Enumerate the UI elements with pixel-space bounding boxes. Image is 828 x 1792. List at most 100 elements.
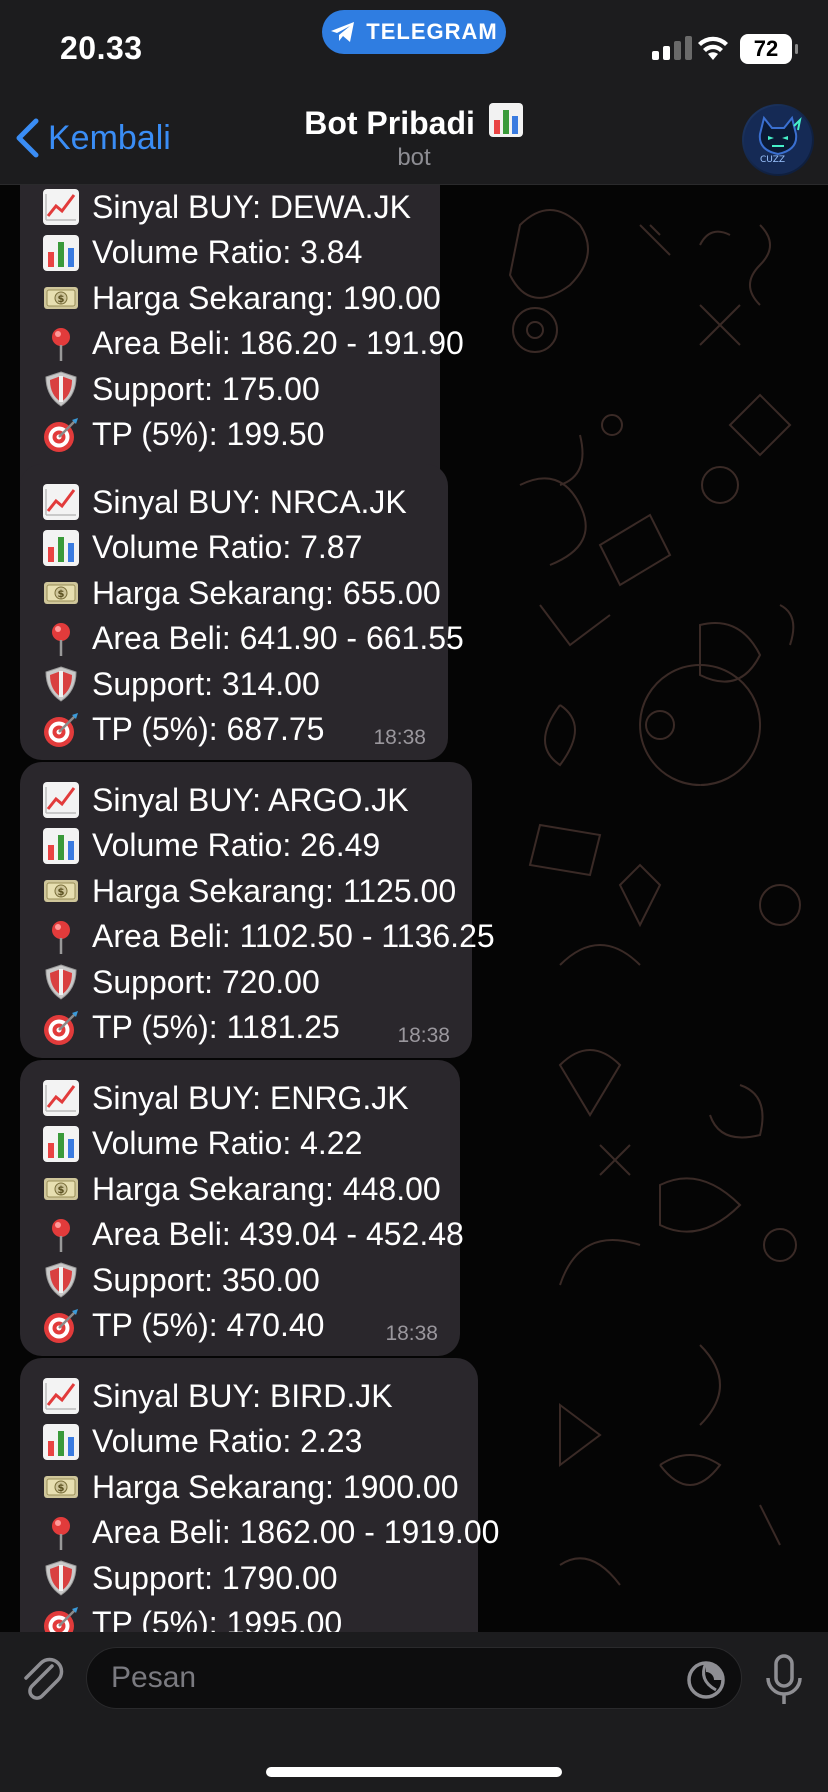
message-timestamp: 18:38 xyxy=(385,1322,438,1345)
svg-text:$: $ xyxy=(58,1185,65,1196)
message-line-text: TP (5%): 199.50 xyxy=(92,416,325,452)
telegram-icon xyxy=(331,22,355,42)
pushpin-icon xyxy=(42,620,80,658)
cellular-signal-icon xyxy=(652,36,692,60)
home-indicator[interactable] xyxy=(266,1767,562,1777)
target-icon xyxy=(42,416,80,454)
message-line: Area Beli: 439.04 - 452.48 xyxy=(42,1213,464,1257)
message-line-text: Volume Ratio: 7.87 xyxy=(92,529,363,565)
message-line-text: Area Beli: 439.04 - 452.48 xyxy=(92,1216,464,1252)
chat-header: Kembali Bot Pribadi bot CUZZ xyxy=(0,100,828,185)
message-line-text: Sinyal BUY: ARGO.JK xyxy=(92,781,409,818)
message-line: Area Beli: 641.90 - 661.55 xyxy=(42,617,464,661)
message-line: Volume Ratio: 7.87 xyxy=(42,526,362,570)
message-timestamp: 18:38 xyxy=(397,1024,450,1047)
svg-text:CUZZ: CUZZ xyxy=(760,155,785,165)
message-list[interactable]: Sinyal BUY: DEWA.JK Volume Ratio: 3.84 $ Ha… xyxy=(0,185,828,1632)
message-bubble[interactable]: Sinyal BUY: NRCA.JK Volume Ratio: 7.87 $ Ha… xyxy=(20,464,464,760)
message-line: Volume Ratio: 4.22 xyxy=(42,1122,362,1166)
message-line: Support: 1790.00 xyxy=(42,1556,338,1600)
telegram-pill-label: TELEGRAM xyxy=(366,19,498,44)
message-line: Sinyal BUY: DEWA.JK xyxy=(42,185,411,229)
message-line-text: Support: 720.00 xyxy=(92,963,320,1000)
wifi-icon xyxy=(698,36,728,60)
money-icon: $ xyxy=(42,1170,80,1208)
shield-icon xyxy=(42,1559,80,1597)
message-line-text: Area Beli: 1862.00 - 1919.00 xyxy=(92,1514,500,1550)
message-line-text: Sinyal BUY: NRCA.JK xyxy=(92,483,407,520)
message-line: Volume Ratio: 2.23 xyxy=(42,1420,362,1464)
message-line: TP (5%): 1181.25 xyxy=(42,1006,340,1050)
message-line: Support: 350.00 xyxy=(42,1258,320,1302)
money-icon: $ xyxy=(42,872,80,910)
telegram-return-pill[interactable]: TELEGRAM xyxy=(322,10,506,54)
message-line-text: Sinyal BUY: BIRD.JK xyxy=(92,1377,393,1414)
message-composer xyxy=(0,1632,828,1792)
message-line-text: Harga Sekarang: 1900.00 xyxy=(92,1468,459,1505)
message-line-text: TP (5%): 687.75 xyxy=(92,711,325,747)
target-icon xyxy=(42,711,80,749)
message-line: Sinyal BUY: BIRD.JK xyxy=(42,1374,393,1418)
message-line: $ Harga Sekarang: 1900.00 xyxy=(42,1465,458,1509)
message-line-text: Sinyal BUY: ENRG.JK xyxy=(92,1079,409,1116)
chart-increasing-icon xyxy=(42,1377,80,1415)
message-line: $ Harga Sekarang: 655.00 xyxy=(42,571,441,615)
target-icon xyxy=(42,1605,80,1632)
message-line-text: Volume Ratio: 3.84 xyxy=(92,234,363,270)
message-line: Volume Ratio: 3.84 xyxy=(42,231,362,275)
message-line-text: TP (5%): 470.40 xyxy=(92,1307,325,1343)
message-line: $ Harga Sekarang: 1125.00 xyxy=(42,869,456,913)
bot-avatar[interactable]: CUZZ xyxy=(742,104,814,176)
microphone-icon[interactable] xyxy=(764,1654,804,1706)
pushpin-icon xyxy=(42,1216,80,1254)
message-line: Area Beli: 186.20 - 191.90 xyxy=(42,322,464,366)
message-line-text: Area Beli: 1102.50 - 1136.25 xyxy=(92,918,495,954)
chat-subtitle: bot xyxy=(397,144,431,171)
chart-increasing-icon xyxy=(42,1079,80,1117)
bar-chart-icon xyxy=(42,1423,80,1461)
bar-chart-icon xyxy=(42,827,80,865)
message-line: TP (5%): 470.40 xyxy=(42,1304,324,1348)
message-bubble[interactable]: Sinyal BUY: ENRG.JK Volume Ratio: 4.22 $ Ha… xyxy=(20,1060,464,1356)
message-line-text: Harga Sekarang: 448.00 xyxy=(92,1170,441,1207)
shield-icon xyxy=(42,963,80,1001)
message-timestamp: 18:38 xyxy=(373,726,426,749)
chart-increasing-icon xyxy=(42,781,80,819)
cat-avatar-icon: CUZZ xyxy=(744,106,812,174)
message-line: Support: 720.00 xyxy=(42,960,320,1004)
chat-title: Bot Pribadi xyxy=(0,102,828,142)
svg-text:$: $ xyxy=(58,589,65,600)
message-line-text: Area Beli: 186.20 - 191.90 xyxy=(92,325,464,361)
message-input[interactable] xyxy=(86,1647,742,1709)
message-line-text: Volume Ratio: 4.22 xyxy=(92,1125,363,1161)
message-bubble[interactable]: Sinyal BUY: BIRD.JK Volume Ratio: 2.23 $ Ha… xyxy=(20,1358,499,1632)
money-icon: $ xyxy=(42,1468,80,1506)
message-line: $ Harga Sekarang: 190.00 xyxy=(42,276,441,320)
paperclip-icon[interactable] xyxy=(18,1652,66,1704)
message-line: Sinyal BUY: ENRG.JK xyxy=(42,1076,409,1120)
money-icon: $ xyxy=(42,574,80,612)
message-line: Volume Ratio: 26.49 xyxy=(42,824,380,868)
message-line-text: Support: 175.00 xyxy=(92,370,320,407)
target-icon xyxy=(42,1009,80,1047)
chat-title-area[interactable]: Bot Pribadi bot xyxy=(0,102,828,172)
message-line: TP (5%): 687.75 xyxy=(42,708,324,752)
message-line: Support: 175.00 xyxy=(42,367,320,411)
battery-indicator: 72 xyxy=(740,34,798,64)
chart-increasing-icon xyxy=(42,483,80,521)
target-icon xyxy=(42,1307,80,1345)
message-line-text: Sinyal BUY: DEWA.JK xyxy=(92,188,411,225)
message-line: TP (5%): 199.50 xyxy=(42,413,324,457)
bar-chart-icon xyxy=(488,103,523,137)
svg-text:$: $ xyxy=(58,1483,65,1494)
sticker-icon[interactable] xyxy=(686,1660,726,1700)
message-bubble[interactable]: Sinyal BUY: ARGO.JK Volume Ratio: 26.49 $ H… xyxy=(20,762,495,1058)
message-line-text: Harga Sekarang: 655.00 xyxy=(92,574,441,611)
message-line-text: Volume Ratio: 2.23 xyxy=(92,1423,363,1459)
message-line-text: Volume Ratio: 26.49 xyxy=(92,827,381,863)
message-line: $ Harga Sekarang: 448.00 xyxy=(42,1167,441,1211)
message-line-text: Area Beli: 641.90 - 661.55 xyxy=(92,620,464,656)
message-line-text: TP (5%): 1181.25 xyxy=(92,1009,340,1045)
chat-title-text: Bot Pribadi xyxy=(304,105,475,141)
pushpin-icon xyxy=(42,918,80,956)
